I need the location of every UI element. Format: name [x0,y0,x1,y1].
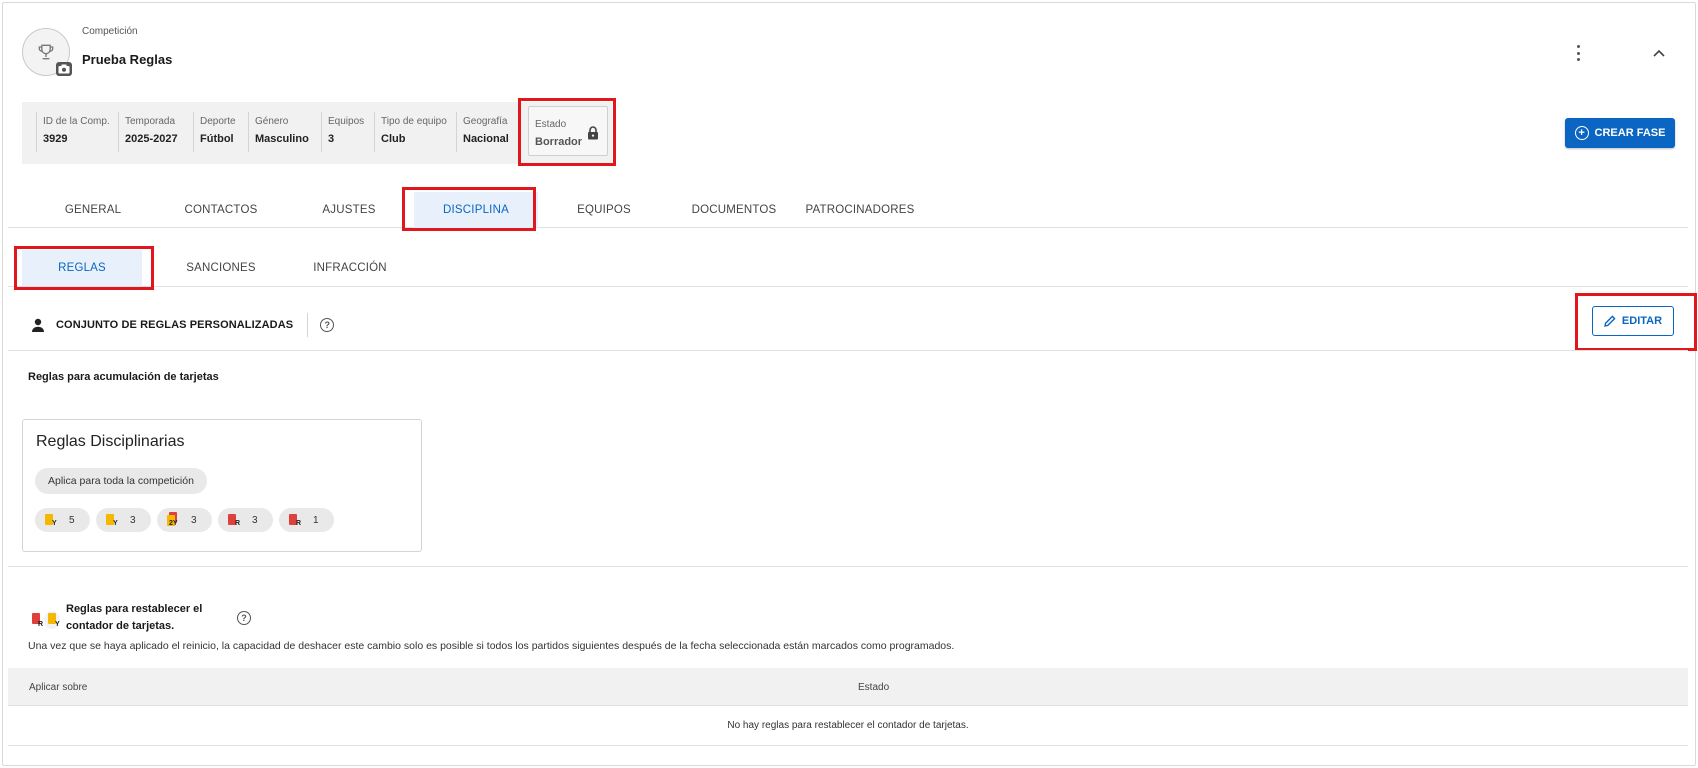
tab-contactos[interactable]: CONTACTOS [161,192,281,228]
divider [8,566,1688,567]
info-value: Nacional [463,133,509,145]
info-label: Tipo de equipo [381,116,447,127]
info-label: Temporada [125,116,176,127]
divider [8,350,1688,351]
tab-patrocinadores[interactable]: PATROCINADORES [798,192,922,228]
info-value: Masculino [255,133,309,145]
camera-icon[interactable] [56,62,72,76]
double-yellow-card-icon: 2Y [167,512,181,528]
info-label: Género [255,116,289,127]
person-icon [32,318,44,332]
tab-ajustes[interactable]: AJUSTES [298,192,400,228]
info-label: Equipos [328,116,365,127]
info-value: 2025-2027 [125,133,178,145]
card-title: Reglas Disciplinarias [36,433,185,450]
reset-rules-description: Una vez que se haya aplicado el reinicio… [28,640,955,652]
red-card-icon: R [289,512,303,528]
main-tabs: GENERAL CONTACTOS AJUSTES DISCIPLINA EQU… [8,192,1688,228]
reset-cards-icon: R Y [28,611,66,631]
ruleset-title: CONJUNTO DE REGLAS PERSONALIZADAS [56,319,294,331]
empty-state-row: No hay reglas para restablecer el contad… [8,706,1688,746]
disciplinary-rules-card[interactable]: Reglas Disciplinarias Aplica para toda l… [22,419,422,552]
card-count-pill: Y 5 [35,508,90,532]
competition-label: Competición [82,26,138,37]
tab-reglas[interactable]: REGLAS [22,250,142,286]
edit-label: EDITAR [1621,315,1663,327]
tab-infraccion[interactable]: INFRACCIÓN [290,250,410,286]
tab-documentos[interactable]: DOCUMENTOS [672,192,796,228]
column-header-status[interactable]: Estado [858,668,889,706]
card-count: 1 [313,514,319,526]
tab-disciplina[interactable]: DISCIPLINA [414,192,538,228]
tab-equipos[interactable]: EQUIPOS [553,192,655,228]
info-comp-id: ID de la Comp. 3929 [36,112,110,152]
trophy-icon [38,44,54,60]
card-count-pill: Y 3 [96,508,151,532]
edit-button[interactable]: EDITAR [1592,306,1674,336]
scope-chip: Aplica para toda la competición [35,468,207,494]
info-value: Fútbol [200,133,234,145]
yellow-card-icon: Y [106,512,120,528]
competition-info-bar: ID de la Comp. 3929 Temporada 2025-2027 … [22,102,612,164]
info-label: Deporte [200,116,236,127]
card-count: 3 [191,514,197,526]
create-phase-button[interactable]: + CREAR FASE [1565,118,1675,148]
status-value: Borrador [535,136,583,148]
divider [307,313,309,337]
more-options-icon[interactable] [1570,42,1586,64]
info-value: Club [381,133,406,145]
info-sport: Deporte Fútbol [193,112,236,152]
column-header-apply-on[interactable]: Aplicar sobre [29,668,87,706]
info-teams: Equipos 3 [321,112,364,152]
sub-tabs: REGLAS SANCIONES INFRACCIÓN [8,250,1688,287]
competition-name: Prueba Reglas [82,52,173,67]
chevron-up-icon[interactable] [1648,42,1670,64]
info-geography: Geografía Nacional [456,112,509,152]
info-label: Geografía [463,116,508,127]
status-label: Estado [535,119,567,130]
tab-general[interactable]: GENERAL [42,192,144,228]
help-icon[interactable]: ? [320,318,335,332]
lock-icon [588,126,598,140]
info-value: 3 [328,133,335,145]
ruleset-header: CONJUNTO DE REGLAS PERSONALIZADAS ? [22,312,335,338]
info-season: Temporada 2025-2027 [118,112,178,152]
red-card-icon: R [228,512,242,528]
status-box: Estado Borrador [528,106,608,156]
info-team-type: Tipo de equipo Club [374,112,447,152]
accumulation-heading: Reglas para acumulación de tarjetas [28,371,219,383]
info-value: 3929 [43,133,68,145]
help-icon[interactable]: ? [237,611,251,625]
card-count: 3 [252,514,258,526]
card-count-pill: R 1 [279,508,334,532]
reset-table-header: Aplicar sobre Estado [8,668,1688,706]
info-gender: Género Masculino [248,112,309,152]
card-count: 3 [130,514,136,526]
create-phase-label: CREAR FASE [1594,127,1666,139]
tab-sanciones[interactable]: SANCIONES [161,250,281,286]
info-label: ID de la Comp. [43,116,110,127]
reset-rules-title: Reglas para restablecer el contador de t… [66,603,203,632]
plus-circle-icon: + [1574,126,1589,140]
pencil-icon [1604,315,1616,327]
card-count-pill: R 3 [218,508,273,532]
card-count-pill: 2Y 3 [157,508,212,532]
card-count: 5 [69,514,75,526]
yellow-card-icon: Y [45,512,59,528]
card-counts: Y 5 Y 3 2Y 3 R 3 R 1 [35,508,334,532]
